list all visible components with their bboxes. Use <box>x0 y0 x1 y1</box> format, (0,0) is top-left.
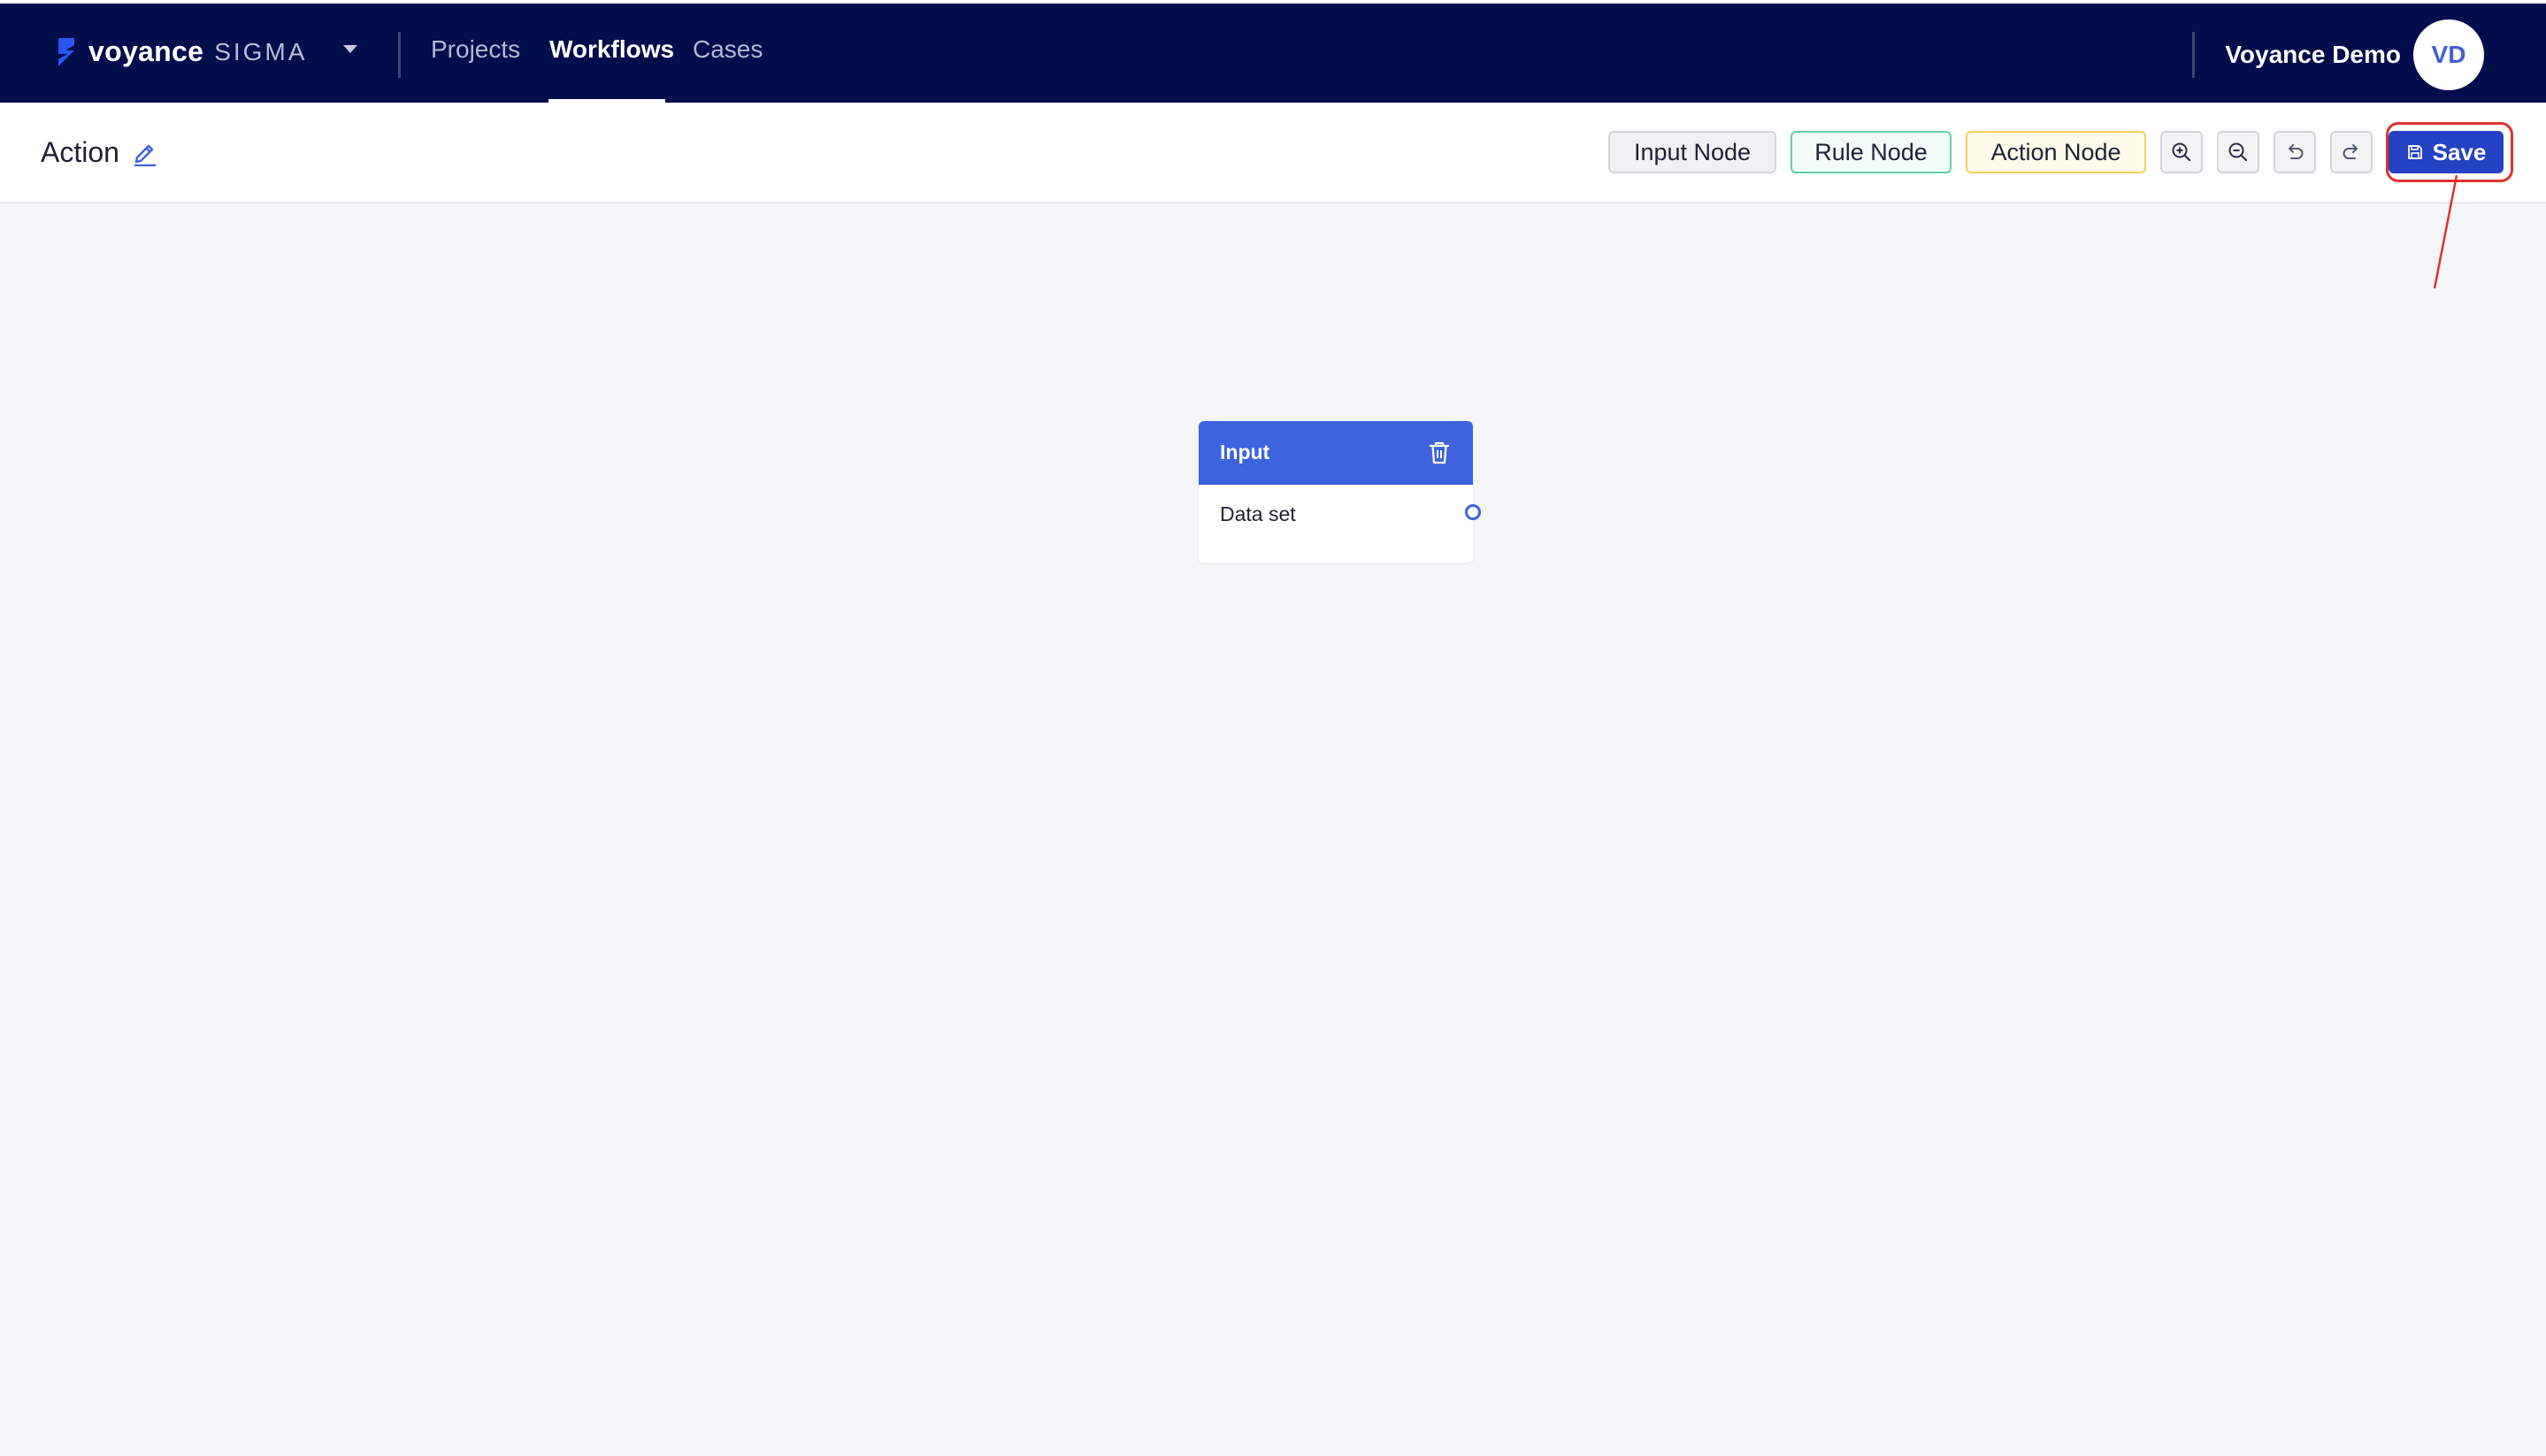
trash-icon[interactable] <box>1427 440 1452 466</box>
input-node-card[interactable]: Input Data set <box>1199 421 1473 563</box>
annotation-arrow <box>2433 174 2458 289</box>
node-field-label: Data set <box>1220 502 1296 525</box>
node-header: Input <box>1199 421 1473 485</box>
node-output-handle[interactable] <box>1465 504 1481 520</box>
node-title: Input <box>1220 441 1270 464</box>
